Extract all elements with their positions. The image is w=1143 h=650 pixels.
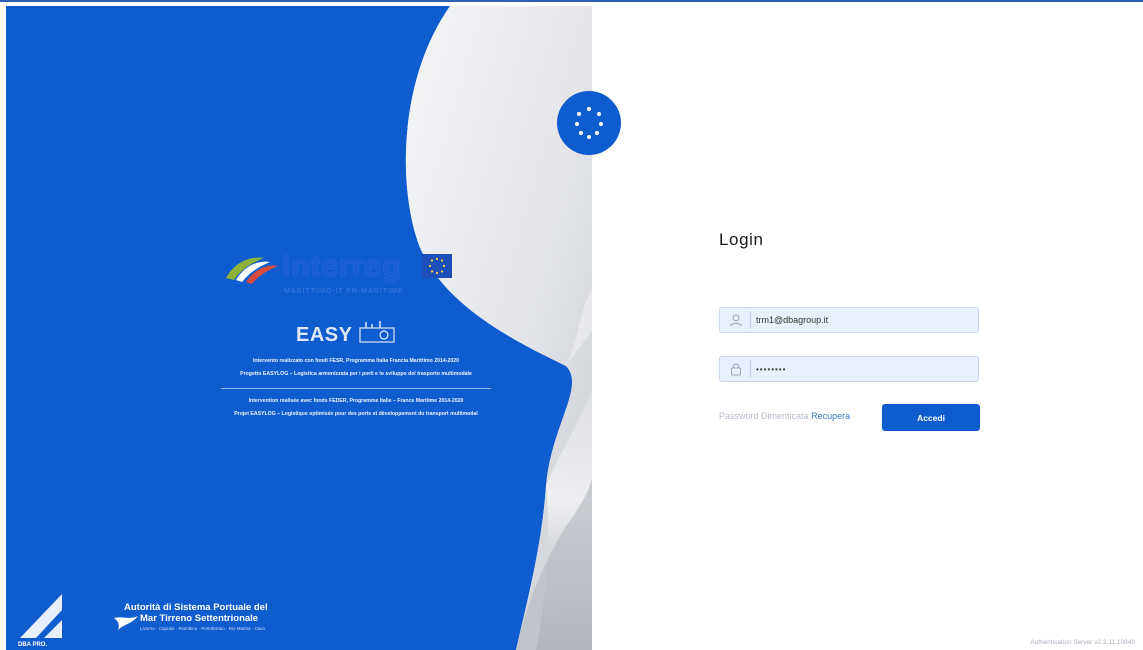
dba-label: DBA PRO. bbox=[18, 642, 48, 648]
lock-icon bbox=[731, 363, 741, 376]
forgot-password-label: Password Dimenticata bbox=[719, 411, 809, 421]
interreg-wordmark: Interreg bbox=[282, 248, 402, 283]
eu-stars-badge bbox=[557, 91, 621, 155]
eu-flag-icon bbox=[422, 254, 452, 278]
funding-line-it-2: Progetto EASYLOG – Logistica armonizzata… bbox=[240, 371, 472, 377]
easy-ship-icon bbox=[359, 321, 395, 343]
login-button[interactable]: Accedi bbox=[882, 404, 980, 431]
interreg-subtitle: MARITTIMO-IT FR-MARITIME bbox=[284, 288, 404, 295]
login-page: Interreg MARITTIMO-IT FR-MARITIME EASY I… bbox=[0, 0, 1143, 650]
funding-divider bbox=[221, 388, 491, 389]
user-icon bbox=[730, 314, 742, 327]
interreg-swoosh-icon bbox=[226, 257, 278, 284]
branding-panel: Interreg MARITTIMO-IT FR-MARITIME EASY I… bbox=[6, 6, 592, 650]
forgot-password-row: Password Dimenticata Recupera bbox=[719, 411, 850, 421]
funding-line-it-1: Intervento realizzato con fondi FESR, Pr… bbox=[252, 358, 460, 364]
password-input[interactable] bbox=[756, 360, 970, 378]
email-field[interactable] bbox=[719, 307, 979, 333]
funding-line-fr-2: Projet EASYLOG – Logistique optimisée po… bbox=[234, 411, 478, 417]
port-wing-icon bbox=[114, 616, 138, 630]
port-authority-logo: Autorità di Sistema Portuale del Mar Tir… bbox=[114, 602, 304, 642]
dba-triangle-icon bbox=[20, 594, 62, 638]
dba-logo: DBA PRO. bbox=[16, 590, 68, 650]
authority-name-line2: Mar Tirreno Settentrionale bbox=[140, 613, 259, 624]
authority-ports: Livorno · Capraia · Piombino · Portoferr… bbox=[140, 626, 266, 631]
recover-password-link[interactable]: Recupera bbox=[811, 411, 850, 421]
password-field[interactable] bbox=[719, 356, 979, 382]
email-input[interactable] bbox=[756, 311, 970, 329]
funding-line-fr-1: Intervention réalisée avec fonds FEDER, … bbox=[248, 398, 464, 404]
easy-wordmark: EASY bbox=[296, 324, 353, 346]
email-field-separator bbox=[750, 311, 751, 329]
eu-stars-icon bbox=[575, 107, 603, 139]
interreg-logo: Interreg bbox=[224, 248, 460, 290]
login-title: Login bbox=[719, 230, 764, 249]
authority-name-line1: Autorità di Sistema Portuale del bbox=[124, 602, 268, 613]
version-label: Authentication Server v2.2.11.10840 bbox=[1030, 639, 1135, 646]
password-field-separator bbox=[750, 360, 751, 378]
